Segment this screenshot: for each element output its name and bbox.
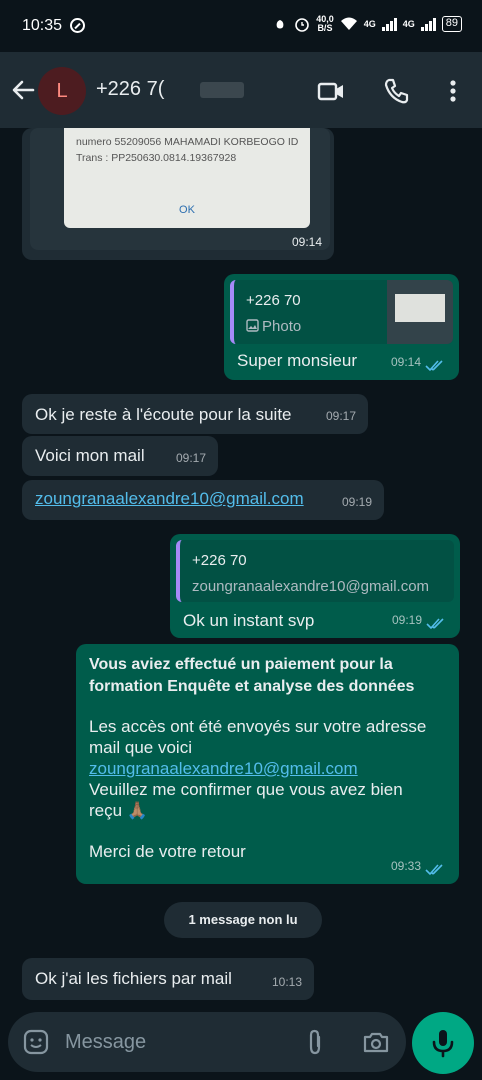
- clock-icon: [295, 18, 309, 32]
- mic-icon: [432, 1030, 454, 1058]
- message-time: 09:19: [391, 613, 422, 627]
- long-message-body: Vous aviez effectué un paiement pour la …: [89, 654, 439, 862]
- quote-photo-label: Photo: [246, 316, 301, 337]
- incoming-message[interactable]: zoungranaalexandre10@gmail.com 09:19: [22, 480, 384, 520]
- avatar[interactable]: L: [38, 67, 86, 115]
- video-call-icon[interactable]: [316, 76, 346, 106]
- message-time: 09:17: [175, 451, 206, 465]
- attach-icon[interactable]: [302, 1028, 328, 1056]
- email-link[interactable]: zoungranaalexandre10@gmail.com: [35, 488, 304, 509]
- incoming-message[interactable]: Ok j'ai les fichiers par mail 10:13: [22, 958, 314, 1000]
- wifi-icon: [340, 17, 357, 30]
- message-paragraph-3: Merci de votre retour: [89, 842, 246, 861]
- receipt-ok: OK: [179, 204, 195, 216]
- read-ticks-icon: [425, 864, 443, 876]
- message-time: 10:13: [271, 975, 302, 989]
- quote-sub-text: Photo: [262, 318, 302, 335]
- quote-author: +226 70: [246, 292, 301, 309]
- reply-message-2[interactable]: +226 70 zoungranaalexandre10@gmail.com O…: [170, 534, 460, 638]
- message-input[interactable]: Message: [65, 1031, 146, 1054]
- message-paragraph-2: Veuillez me confirmer que vous avez bien…: [89, 780, 403, 820]
- message-time: 09:14: [291, 235, 322, 249]
- message-time: 09:14: [390, 355, 421, 369]
- message-text: Ok un instant svp: [183, 611, 315, 630]
- message-time: 09:17: [325, 409, 356, 423]
- unread-divider: 1 message non lu: [164, 902, 322, 938]
- message-input-bar[interactable]: Message: [8, 1012, 406, 1072]
- battery-indicator: 89: [441, 16, 462, 32]
- status-indicators: 40,0 B/S 4G 4G 89: [272, 15, 462, 33]
- message-time: 09:19: [341, 495, 372, 509]
- quote-author: +226 70: [192, 552, 247, 569]
- status-bar: 10:35 40,0 B/S 4G 4G 89: [0, 0, 482, 52]
- net-speed-unit: B/S: [317, 23, 333, 33]
- redacted-name: [200, 82, 244, 98]
- chat-header: L +226 7(: [0, 52, 482, 128]
- read-ticks-icon: [425, 360, 443, 372]
- reply-message-1[interactable]: +226 70 Photo Super monsieur 09:14: [224, 274, 459, 380]
- contact-name[interactable]: +226 7(: [96, 78, 164, 101]
- net-type-2: 4G: [402, 19, 415, 29]
- quoted-message[interactable]: +226 70 zoungranaalexandre10@gmail.com: [176, 540, 454, 602]
- dnd-icon: [70, 18, 85, 33]
- chat-area[interactable]: numero 55209056 MAHAMADI KORBEOGO ID Tra…: [0, 128, 482, 1000]
- receipt-image: numero 55209056 MAHAMADI KORBEOGO ID Tra…: [64, 128, 310, 228]
- alarm-icon: [276, 20, 284, 29]
- message-text: Voici mon mail: [35, 446, 145, 465]
- signal-1-icon: [381, 17, 397, 31]
- outgoing-long-message[interactable]: Vous aviez effectué un paiement pour la …: [76, 644, 459, 884]
- net-speed: 40,0 B/S: [316, 15, 334, 33]
- message-text: Super monsieur: [237, 351, 358, 370]
- photo-icon: [246, 319, 259, 332]
- incoming-message[interactable]: Ok je reste à l'écoute pour la suite 09:…: [22, 394, 368, 434]
- quote-email: zoungranaalexandre10@gmail.com: [192, 578, 430, 595]
- voice-record-button[interactable]: [412, 1012, 474, 1074]
- email-link[interactable]: zoungranaalexandre10@gmail.com: [89, 758, 439, 779]
- signal-2-icon: [420, 17, 436, 31]
- more-options-icon[interactable]: [438, 76, 468, 106]
- camera-icon[interactable]: [362, 1029, 390, 1055]
- phone-call-icon[interactable]: [382, 76, 412, 106]
- photo-thumbnail[interactable]: numero 55209056 MAHAMADI KORBEOGO ID Tra…: [30, 128, 330, 250]
- read-ticks-icon: [426, 618, 444, 630]
- incoming-message[interactable]: Voici mon mail 09:17: [22, 436, 218, 476]
- message-text: Ok je reste à l'écoute pour la suite: [35, 405, 292, 424]
- message-time: 09:33: [390, 859, 421, 873]
- back-arrow-icon[interactable]: [10, 77, 36, 103]
- net-type-1: 4G: [363, 19, 376, 29]
- sticker-icon[interactable]: [22, 1028, 50, 1056]
- status-time: 10:35: [22, 17, 63, 34]
- message-paragraph-1: Les accès ont été envoyés sur votre adre…: [89, 717, 427, 757]
- quote-thumbnail: [387, 280, 453, 344]
- message-text: Ok j'ai les fichiers par mail: [35, 969, 232, 988]
- receipt-line-2: Trans : PP250630.0814.19367928: [76, 152, 237, 164]
- message-bold-text: Vous aviez effectué un paiement pour la …: [89, 656, 415, 695]
- quoted-message[interactable]: +226 70 Photo: [230, 280, 453, 344]
- photo-message[interactable]: numero 55209056 MAHAMADI KORBEOGO ID Tra…: [22, 128, 334, 260]
